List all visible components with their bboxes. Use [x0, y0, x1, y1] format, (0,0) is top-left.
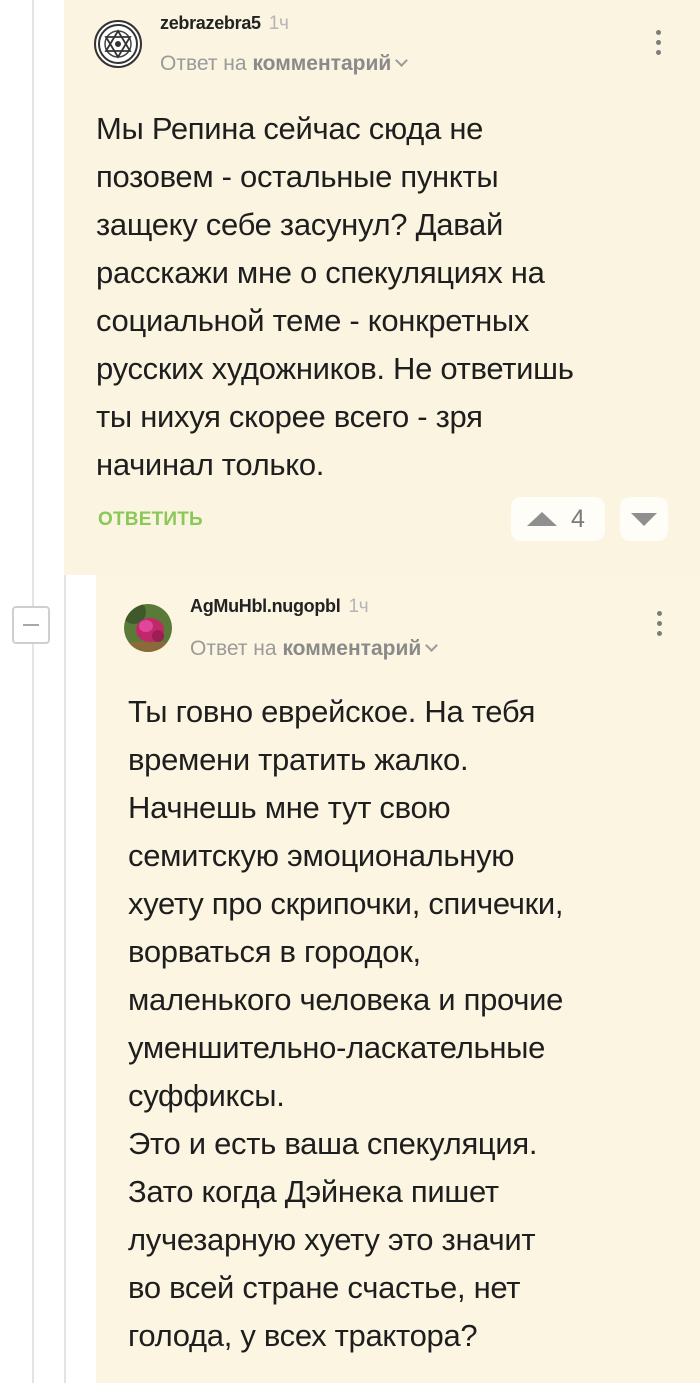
collapse-thread-button[interactable]	[12, 606, 50, 644]
vertical-ellipsis-icon	[656, 611, 662, 616]
username[interactable]: zebrazebra5 1ч	[160, 13, 289, 35]
reply-to-prefix: Ответ на	[190, 637, 277, 660]
more-options-button[interactable]	[654, 30, 662, 55]
reply-to-target[interactable]: комментарий	[282, 637, 421, 660]
upvote-button[interactable]: 4	[511, 497, 605, 541]
chevron-down-icon	[395, 54, 409, 67]
comment: zebrazebra5 1ч Ответ на комментарий Мы Ре…	[64, 0, 700, 575]
vertical-ellipsis-icon	[655, 30, 661, 35]
chevron-down-icon	[425, 639, 439, 652]
more-options-button[interactable]	[655, 611, 663, 636]
username-text[interactable]: AgMuHbl.nugopbl	[190, 596, 341, 616]
vote-score: 4	[571, 504, 585, 533]
comment-time: 1ч	[348, 596, 369, 617]
triangle-up-icon	[527, 512, 557, 526]
reply-to-prefix: Ответ на	[160, 52, 247, 75]
reply-to-target[interactable]: комментарий	[252, 52, 391, 75]
triangle-down-icon	[631, 512, 657, 526]
downvote-button[interactable]	[620, 497, 668, 541]
thread-line-nested	[64, 575, 66, 1383]
comment-time: 1ч	[268, 13, 289, 34]
reply-to-link[interactable]: Ответ на комментарий	[160, 52, 409, 76]
avatar[interactable]	[94, 20, 142, 68]
comment: AgMuHbl.nugopbl 1ч Ответ на комментарий Т…	[96, 575, 700, 1383]
comment-text: Ты говно еврейское. На тебя времени трат…	[128, 694, 564, 1353]
minus-icon	[23, 624, 39, 626]
comment-text: Мы Репина сейчас сюда не позовем - остал…	[96, 111, 574, 482]
reply-button[interactable]: ОТВЕТИТЬ	[98, 509, 203, 531]
thread-line	[32, 0, 34, 1383]
avatar[interactable]	[124, 604, 172, 652]
username[interactable]: AgMuHbl.nugopbl 1ч	[190, 596, 369, 618]
username-text[interactable]: zebrazebra5	[160, 13, 261, 33]
reply-to-link[interactable]: Ответ на комментарий	[190, 637, 439, 661]
